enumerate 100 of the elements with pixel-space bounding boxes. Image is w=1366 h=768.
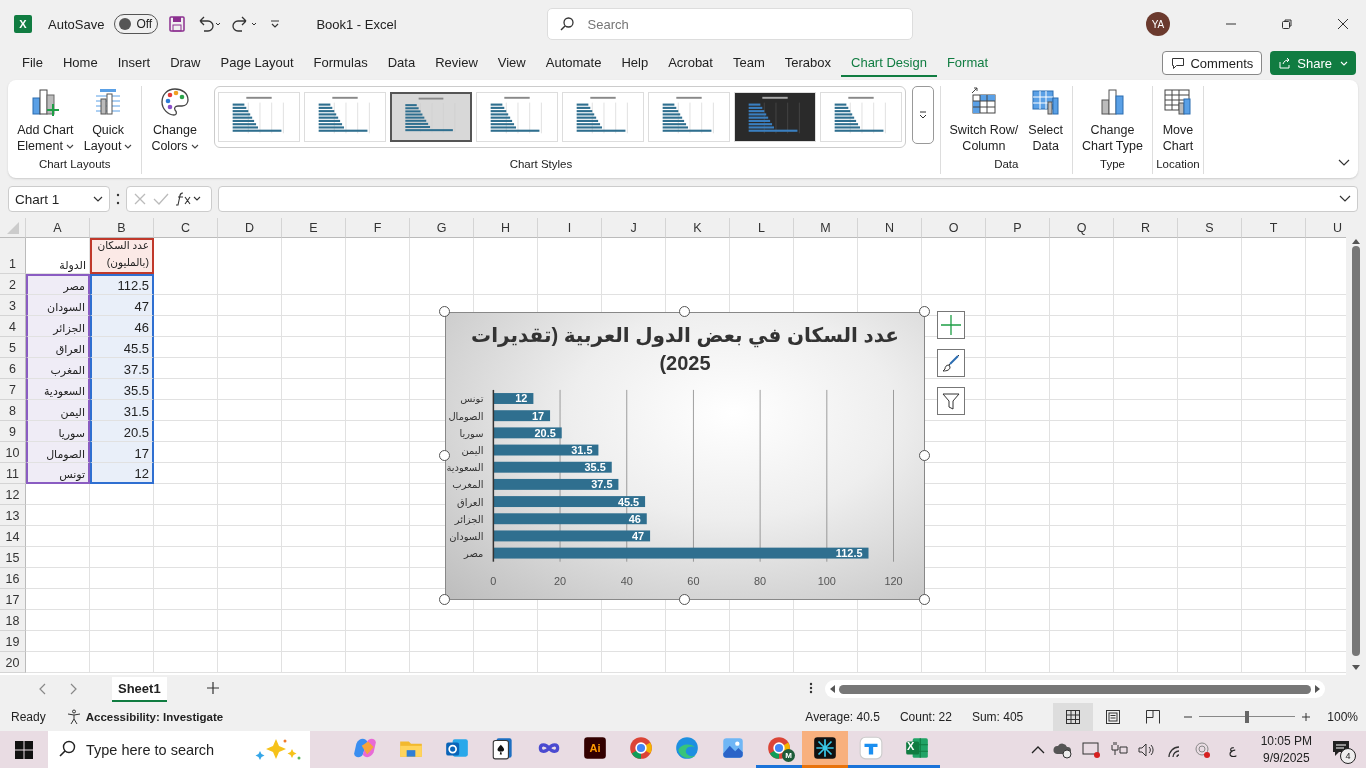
language-indicator[interactable]: ع bbox=[1228, 742, 1237, 757]
resize-handle[interactable] bbox=[679, 594, 690, 605]
column-header[interactable]: C bbox=[154, 218, 218, 238]
column-header[interactable]: O bbox=[922, 218, 986, 238]
gallery-more-button[interactable] bbox=[911, 86, 934, 144]
notifications-button[interactable]: 4 bbox=[1328, 736, 1354, 763]
column-header[interactable]: N bbox=[858, 218, 922, 238]
ribbon-tab[interactable]: View bbox=[487, 49, 536, 77]
row-header[interactable]: 9 bbox=[0, 421, 26, 442]
row-header[interactable]: 18 bbox=[0, 610, 26, 631]
ribbon-tab[interactable]: Automate bbox=[535, 49, 612, 77]
table-cell: تونس bbox=[26, 463, 90, 484]
row-header[interactable]: 16 bbox=[0, 568, 26, 589]
resize-handle[interactable] bbox=[439, 594, 450, 605]
comments-button[interactable]: Comments bbox=[1162, 51, 1263, 75]
column-header[interactable]: I bbox=[538, 218, 602, 238]
name-box[interactable]: Chart 1 bbox=[8, 186, 110, 212]
spreadsheet-app-button[interactable]: X bbox=[894, 731, 940, 768]
row-header[interactable]: 13 bbox=[0, 505, 26, 526]
taskbar-clock[interactable]: 10:05 PM 9/9/2025 bbox=[1260, 732, 1312, 767]
zoom-level[interactable]: 100% bbox=[1327, 710, 1358, 724]
row-header[interactable]: 8 bbox=[0, 400, 26, 421]
column-header[interactable]: E bbox=[282, 218, 346, 238]
column-header[interactable]: H bbox=[474, 218, 538, 238]
scroll-right-icon bbox=[1314, 685, 1321, 693]
ribbon-tab[interactable]: Home bbox=[52, 49, 108, 77]
row-header[interactable]: 19 bbox=[0, 631, 26, 652]
column-header[interactable]: K bbox=[666, 218, 730, 238]
ribbon-tab[interactable]: File bbox=[12, 49, 53, 77]
ribbon-button[interactable]: Move Chart bbox=[1158, 86, 1197, 154]
row-header[interactable]: 10 bbox=[0, 442, 26, 463]
ribbon-button[interactable]: Change Colors bbox=[148, 86, 202, 154]
accessibility-status[interactable]: Accessibility: Investigate bbox=[65, 709, 224, 725]
ribbon-button[interactable]: Switch Row/ Column bbox=[946, 86, 1022, 154]
resize-handle[interactable] bbox=[919, 594, 930, 605]
row-header[interactable]: 6 bbox=[0, 358, 26, 379]
ribbon-button[interactable]: Select Data bbox=[1025, 86, 1067, 154]
ribbon-tab[interactable]: Draw bbox=[160, 49, 211, 77]
taskbar-search-field[interactable]: Type here to search bbox=[48, 731, 310, 768]
row-header[interactable]: 11 bbox=[0, 463, 26, 484]
chart-elements-button[interactable] bbox=[937, 311, 965, 339]
column-header[interactable]: T bbox=[1242, 218, 1306, 238]
ribbon-button[interactable]: Quick Layout bbox=[80, 86, 136, 154]
chart-filter-button[interactable] bbox=[937, 387, 965, 415]
row-header[interactable]: 12 bbox=[0, 484, 26, 505]
row-header[interactable]: 1 bbox=[0, 238, 26, 274]
resize-handle[interactable] bbox=[439, 450, 450, 461]
scrollbar-thumb[interactable] bbox=[1352, 246, 1360, 656]
column-header[interactable]: M bbox=[794, 218, 858, 238]
ribbon-tab[interactable]: Format bbox=[936, 49, 999, 77]
column-header[interactable]: Q bbox=[1050, 218, 1114, 238]
ribbon-tab[interactable]: Help bbox=[611, 49, 659, 77]
column-header[interactable]: J bbox=[602, 218, 666, 238]
view-button[interactable] bbox=[1053, 703, 1094, 731]
column-header[interactable]: R bbox=[1114, 218, 1178, 238]
column-header[interactable]: P bbox=[986, 218, 1050, 238]
ribbon-tab[interactable]: Insert bbox=[107, 49, 161, 77]
column-header[interactable]: S bbox=[1178, 218, 1242, 238]
bar[interactable] bbox=[493, 409, 551, 421]
row-header[interactable]: 4 bbox=[0, 316, 26, 337]
ribbon-tab[interactable]: Page Layout bbox=[210, 49, 304, 77]
column-header[interactable]: F bbox=[346, 218, 410, 238]
formula-input[interactable] bbox=[218, 186, 1358, 212]
ribbon-tab[interactable]: Acrobat bbox=[658, 49, 723, 77]
slider-thumb[interactable] bbox=[1245, 711, 1250, 723]
ribbon-tab[interactable]: Review bbox=[425, 49, 488, 77]
ribbon-tab[interactable]: Terabox bbox=[774, 49, 841, 77]
chart-styles-button[interactable] bbox=[937, 349, 965, 377]
resize-handle[interactable] bbox=[439, 306, 450, 317]
row-header[interactable]: 5 bbox=[0, 337, 26, 358]
bar[interactable] bbox=[493, 392, 534, 404]
column-header[interactable]: G bbox=[410, 218, 474, 238]
sheet-tab[interactable]: Sheet1 bbox=[112, 676, 167, 702]
user-avatar[interactable]: YA bbox=[1146, 12, 1170, 36]
column-header[interactable]: L bbox=[730, 218, 794, 238]
ribbon-tab[interactable]: Data bbox=[377, 49, 426, 77]
resize-handle[interactable] bbox=[679, 306, 690, 317]
add-sheet-button[interactable] bbox=[206, 681, 219, 697]
scrollbar-thumb[interactable] bbox=[838, 684, 1311, 694]
search-field[interactable]: Search bbox=[546, 8, 913, 40]
column-header[interactable]: D bbox=[218, 218, 282, 238]
chart-style-thumbnail[interactable] bbox=[389, 92, 472, 142]
row-header[interactable]: 15 bbox=[0, 547, 26, 568]
ribbon-button[interactable]: Add Chart Element bbox=[14, 86, 77, 154]
resize-handle[interactable] bbox=[919, 306, 930, 317]
ribbon-tab[interactable]: Team bbox=[722, 49, 775, 77]
ribbon-tab[interactable]: Chart Design bbox=[841, 49, 937, 77]
row-header[interactable]: 14 bbox=[0, 526, 26, 547]
row-header[interactable]: 2 bbox=[0, 274, 26, 295]
bar[interactable] bbox=[493, 427, 562, 438]
ai-app-button[interactable]: Ai bbox=[572, 731, 618, 768]
resize-handle[interactable] bbox=[919, 450, 930, 461]
row-header[interactable]: 17 bbox=[0, 589, 26, 610]
row-header[interactable]: 7 bbox=[0, 379, 26, 400]
row-header[interactable]: 20 bbox=[0, 652, 26, 673]
share-button[interactable]: Share bbox=[1270, 51, 1356, 75]
ribbon-tab[interactable]: Formulas bbox=[303, 49, 378, 77]
ribbon-button[interactable]: Change Chart Type bbox=[1079, 86, 1146, 154]
group-label: Location bbox=[1155, 158, 1201, 172]
row-header[interactable]: 3 bbox=[0, 295, 26, 316]
